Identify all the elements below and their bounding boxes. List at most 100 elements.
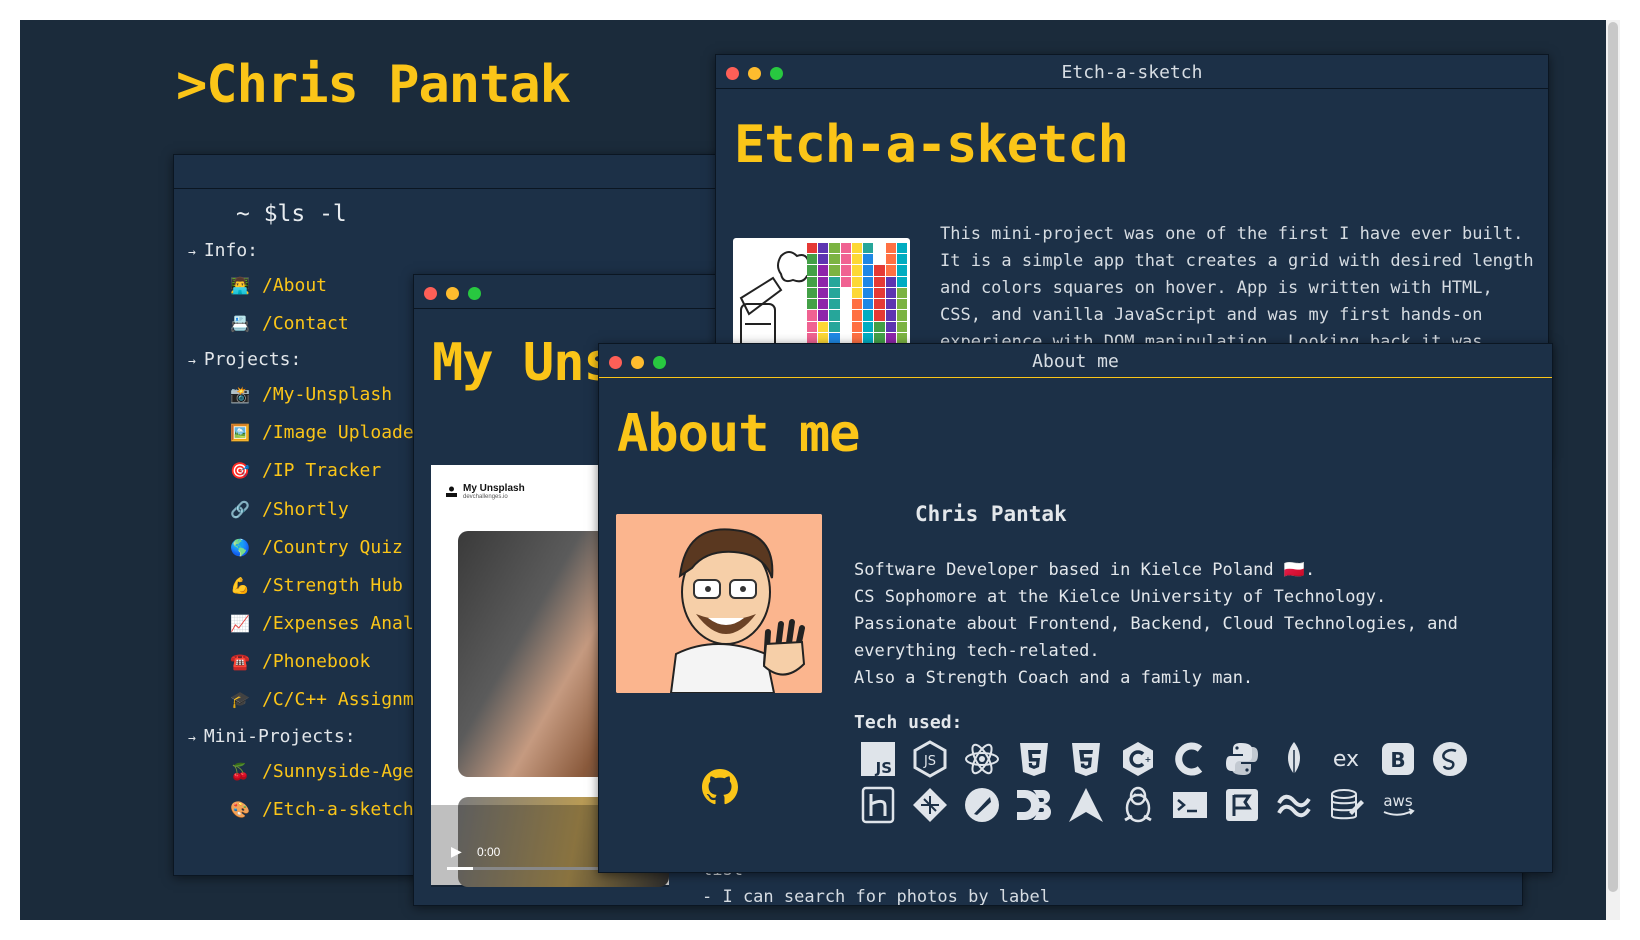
grid-cell bbox=[840, 265, 851, 276]
grid-cell bbox=[807, 299, 818, 310]
grid-cell bbox=[863, 321, 874, 332]
grid-cell bbox=[851, 321, 863, 332]
grid-cell bbox=[807, 254, 818, 265]
bio-line: Software Developer based in Kielce Polan… bbox=[854, 560, 1316, 580]
react-icon bbox=[963, 740, 1001, 778]
grid-cell bbox=[863, 243, 874, 254]
grid-cell bbox=[874, 299, 885, 310]
grid-cell bbox=[807, 287, 818, 299]
arrow-icon: → bbox=[188, 354, 196, 369]
grid-cell bbox=[851, 299, 863, 310]
link-sunnyside-agency[interactable]: 🍒/Sunnyside-Agen bbox=[230, 761, 425, 782]
css3-icon bbox=[1067, 740, 1105, 778]
bio-line: Also a Strength Coach and a family man. bbox=[854, 668, 1254, 688]
flask-icon bbox=[1223, 786, 1261, 824]
github-icon[interactable] bbox=[702, 769, 738, 809]
unsplash-logo: My Unsplash devchallenges.io bbox=[445, 483, 525, 500]
avatar-illustration bbox=[616, 514, 822, 693]
about-titlebar[interactable]: About me bbox=[599, 344, 1552, 378]
grid-cell bbox=[818, 332, 829, 343]
grid-cell bbox=[840, 299, 851, 310]
svg-text:aws: aws bbox=[1383, 792, 1412, 810]
about-heading: About me bbox=[617, 404, 860, 464]
grid-cell bbox=[885, 243, 896, 254]
page-scrollbar[interactable] bbox=[1606, 20, 1620, 920]
close-button[interactable] bbox=[424, 287, 437, 300]
grid-cell bbox=[874, 243, 885, 254]
play-icon[interactable]: ▶ bbox=[451, 843, 462, 860]
grid-cell bbox=[840, 254, 851, 265]
link-image-uploader[interactable]: 🖼️/Image Uploader bbox=[230, 422, 425, 443]
color-grid bbox=[807, 243, 907, 343]
my-unsplash-heading: My Uns bbox=[432, 333, 615, 393]
c-icon bbox=[1171, 740, 1209, 778]
sql-icon bbox=[1327, 786, 1365, 824]
grid-cell bbox=[807, 332, 818, 343]
link-contact[interactable]: 📇/Contact bbox=[230, 313, 349, 334]
etch-heading: Etch-a-sketch bbox=[734, 115, 1129, 175]
link-etch-a-sketch[interactable]: 🎨/Etch-a-sketch bbox=[230, 799, 414, 820]
grid-cell bbox=[863, 299, 874, 310]
heroku-icon bbox=[859, 786, 897, 824]
site-title: >Chris Pantak bbox=[176, 55, 571, 115]
graduation-cap-icon: 🎓 bbox=[230, 690, 250, 709]
etch-titlebar[interactable]: Etch-a-sketch bbox=[716, 55, 1548, 89]
grid-cell bbox=[896, 299, 907, 310]
link-strength-hub[interactable]: 💪/Strength Hub bbox=[230, 575, 403, 596]
section-info: → Info: bbox=[188, 240, 259, 261]
grid-cell bbox=[829, 243, 840, 254]
profile-name: Chris Pantak bbox=[915, 502, 1067, 526]
grid-cell bbox=[840, 276, 851, 287]
grid-cell bbox=[896, 287, 907, 299]
grid-cell bbox=[896, 310, 907, 321]
grid-cell bbox=[885, 310, 896, 321]
video-time: 0:00 bbox=[477, 845, 501, 859]
grid-cell bbox=[818, 310, 829, 321]
grid-cell bbox=[807, 276, 818, 287]
terminal-titlebar[interactable] bbox=[174, 155, 734, 189]
grid-cell bbox=[896, 243, 907, 254]
about-me-window[interactable]: About me About me Chris Pantak Software … bbox=[598, 343, 1553, 873]
grid-cell bbox=[863, 310, 874, 321]
cherries-icon: 🍒 bbox=[230, 762, 250, 781]
grid-cell bbox=[829, 287, 840, 299]
link-c-cpp-assignments[interactable]: 🎓/C/C++ Assignme bbox=[230, 689, 425, 710]
grid-cell bbox=[851, 265, 863, 276]
grid-cell bbox=[896, 332, 907, 343]
grid-cell bbox=[840, 332, 851, 343]
etch-description: This mini-project was one of the first I… bbox=[940, 224, 1534, 352]
grid-cell bbox=[885, 254, 896, 265]
svg-text:JS: JS bbox=[923, 754, 936, 769]
card-index-icon: 📇 bbox=[230, 314, 250, 333]
link-ip-tracker[interactable]: 🎯/IP Tracker bbox=[230, 460, 381, 481]
link-country-quiz[interactable]: 🌎/Country Quiz bbox=[230, 537, 403, 558]
telephone-icon: ☎️ bbox=[230, 652, 250, 671]
mongodb-icon bbox=[1275, 740, 1313, 778]
arrow-icon: → bbox=[188, 731, 196, 746]
grid-cell bbox=[863, 265, 874, 276]
javascript-icon: JS bbox=[859, 740, 897, 778]
d3-icon bbox=[1015, 786, 1053, 824]
bio-line: everything tech-related. bbox=[854, 641, 1100, 661]
link-expenses-analyzer[interactable]: 📈/Expenses Analy bbox=[230, 613, 425, 634]
grid-cell bbox=[840, 243, 851, 254]
maximize-button[interactable] bbox=[468, 287, 481, 300]
scrollbar-thumb[interactable] bbox=[1608, 22, 1618, 892]
link-my-unsplash[interactable]: 📸/My-Unsplash bbox=[230, 384, 392, 405]
grid-cell bbox=[874, 310, 885, 321]
nodejs-icon: JS bbox=[911, 740, 949, 778]
aws-icon: aws bbox=[1379, 786, 1417, 824]
link-shortly[interactable]: 🔗/Shortly bbox=[230, 499, 349, 520]
postman-icon bbox=[963, 786, 1001, 824]
link-about[interactable]: 👨‍💻/About bbox=[230, 275, 327, 296]
grid-cell bbox=[874, 254, 885, 265]
grid-cell bbox=[829, 265, 840, 276]
minimize-button[interactable] bbox=[446, 287, 459, 300]
grid-cell bbox=[818, 265, 829, 276]
link-phonebook[interactable]: ☎️/Phonebook bbox=[230, 651, 370, 672]
globe-icon: 🌎 bbox=[230, 538, 250, 557]
grid-cell bbox=[885, 276, 896, 287]
svg-text:ex: ex bbox=[1333, 747, 1359, 772]
grid-cell bbox=[829, 310, 840, 321]
grid-cell bbox=[840, 321, 851, 332]
